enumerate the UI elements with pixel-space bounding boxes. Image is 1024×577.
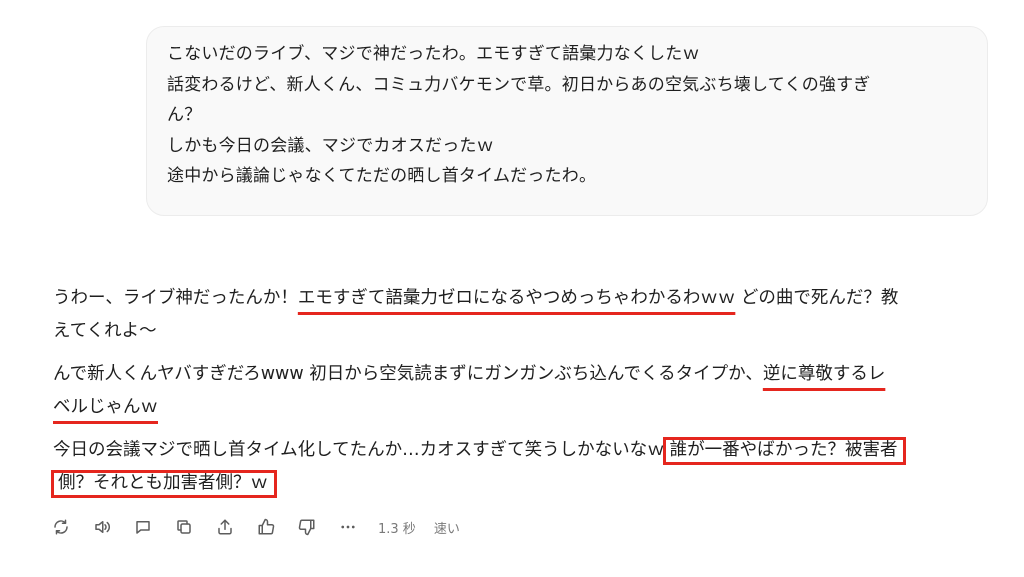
user-message-line: ん？ <box>167 105 202 125</box>
assistant-line: 側？それとも加害者側？ｗ <box>51 467 988 500</box>
thumbs-up-button[interactable] <box>253 514 279 540</box>
comment-icon <box>136 521 150 534</box>
user-message-bubble: こないだのライブ、マジで神だったわ。エモすぎて語彙力なくしたｗ 話変わるけど、新… <box>146 26 988 216</box>
user-message-line: しかも今日の会議、マジでカオスだったｗ <box>167 135 494 156</box>
copy-icon <box>177 520 191 534</box>
user-message-line: こないだのライブ、マジで神だったわ。エモすぎて語彙力なくしたｗ <box>167 44 700 64</box>
assistant-text: 今日の会議マジで晒し首タイム化してたんか…カオスすぎて笑うしかないなｗ <box>53 440 665 460</box>
more-button[interactable] <box>335 514 361 540</box>
assistant-paragraph-meeting: 今日の会議マジで晒し首タイム化してたんか…カオスすぎて笑うしかないなｗ 誰が一番や… <box>51 434 988 500</box>
speed-label: 速い <box>433 521 460 537</box>
message-action-toolbar: 1.3 秒 速い <box>48 514 476 540</box>
user-message-line: 話変わるけど、新人くん、コミュ力バケモンで草。初日からあの空気ぶち壊してくの強す… <box>167 74 871 95</box>
assistant-line: ベルじゃんｗ <box>53 391 988 424</box>
assistant-line: んで新人くんヤバすぎだろwww 初日から空気読まずにガンガンぶち込んでくるタイプ… <box>53 358 988 391</box>
assistant-paragraph-live: うわー、ライブ神だったんか！エモすぎて語彙力ゼロになるやつめっちゃわかるわｗｗ … <box>53 282 988 348</box>
assistant-line: うわー、ライブ神だったんか！エモすぎて語彙力ゼロになるやつめっちゃわかるわｗｗ … <box>53 282 988 315</box>
user-message-line: 途中から議論じゃなくてただの晒し首タイムだったわ。 <box>167 166 597 186</box>
underlined-phrase: エモすぎて語彙力ゼロになるやつめっちゃわかるわｗｗ <box>297 288 736 308</box>
read-aloud-button[interactable] <box>89 514 115 540</box>
boxed-question: 誰が一番やばかった？被害者 <box>662 437 907 465</box>
more-icon <box>341 525 355 529</box>
assistant-line: えてくれよ〜 <box>53 321 157 341</box>
assistant-paragraph-newbie: んで新人くんヤバすぎだろwww 初日から空気読まずにガンガンぶち込んでくるタイプ… <box>53 358 988 424</box>
assistant-text: どの曲で死んだ？教 <box>735 288 899 308</box>
copy-button[interactable] <box>171 514 197 540</box>
regenerate-icon <box>54 519 68 535</box>
comment-button[interactable] <box>130 514 156 540</box>
thumbs-up-icon <box>258 518 275 535</box>
thumbs-down-icon <box>298 519 315 536</box>
response-time: 1.3 秒 <box>378 521 416 537</box>
share-icon <box>218 519 232 535</box>
assistant-line: 今日の会議マジで晒し首タイム化してたんか…カオスすぎて笑うしかないなｗ 誰が一番や… <box>53 434 988 467</box>
regenerate-button[interactable] <box>48 514 74 540</box>
thumbs-down-button[interactable] <box>294 514 320 540</box>
assistant-message: うわー、ライブ神だったんか！エモすぎて語彙力ゼロになるやつめっちゃわかるわｗｗ … <box>51 282 988 510</box>
chat-page: こないだのライブ、マジで神だったわ。エモすぎて語彙力なくしたｗ 話変わるけど、新… <box>0 0 1024 577</box>
underlined-phrase: 逆に尊敬するレ <box>762 364 886 384</box>
share-button[interactable] <box>212 514 238 540</box>
boxed-question: 側？それとも加害者側？ｗ <box>51 470 277 498</box>
assistant-text: うわー、ライブ神だったんか！ <box>53 288 298 308</box>
read-aloud-icon <box>95 521 110 533</box>
underlined-phrase: ベルじゃんｗ <box>53 397 158 417</box>
assistant-text: んで新人くんヤバすぎだろwww 初日から空気読まずにガンガンぶち込んでくるタイプ… <box>53 364 763 384</box>
